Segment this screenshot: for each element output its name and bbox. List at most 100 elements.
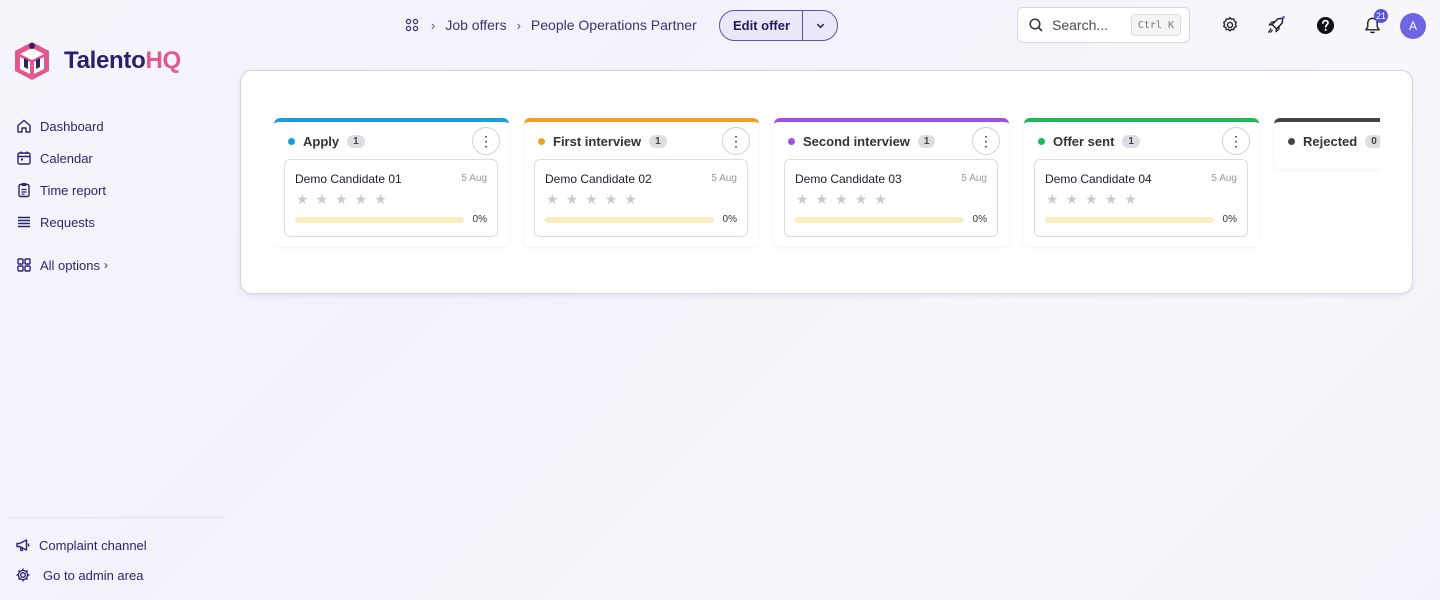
- column-title: Second interview: [803, 134, 910, 149]
- stage-dot: [288, 138, 295, 145]
- edit-offer-button[interactable]: Edit offer: [720, 11, 804, 40]
- sidebar-all-options-label: All options: [40, 257, 100, 273]
- progress-bar: [795, 217, 964, 223]
- column-count-badge: 0: [1365, 135, 1380, 148]
- apps-grid-icon[interactable]: [405, 18, 419, 32]
- star-icon: ★: [1046, 191, 1059, 207]
- help-button[interactable]: [1314, 14, 1336, 36]
- more-vertical-icon: ⋮: [729, 133, 743, 149]
- candidate-date: 5 Aug: [961, 173, 987, 184]
- pipeline-column-second-interview: Second interview 1 ⋮ Demo Candidate 03 5…: [774, 118, 1009, 247]
- sidebar-item-dashboard[interactable]: Dashboard: [16, 110, 108, 142]
- star-icon: ★: [335, 191, 348, 207]
- star-icon: ★: [815, 191, 829, 207]
- column-header: First interview 1: [538, 134, 667, 149]
- column-more-button[interactable]: ⋮: [472, 127, 500, 155]
- star-icon: ★: [604, 191, 618, 207]
- star-icon: ★: [354, 191, 368, 207]
- search-icon: [1029, 18, 1043, 32]
- sidebar-item-time-report[interactable]: Time report: [16, 174, 108, 206]
- brand-logo[interactable]: TalentoHQ: [12, 40, 181, 82]
- candidate-date: 5 Aug: [711, 173, 737, 184]
- user-avatar[interactable]: A: [1400, 13, 1426, 39]
- chevron-down-icon: [816, 23, 824, 29]
- sidebar-bottom-nav: Complaint channel Go to admin area: [15, 530, 147, 590]
- gear-icon: [1223, 16, 1237, 32]
- column-title: Offer sent: [1053, 134, 1115, 149]
- sidebar-item-label: Calendar: [40, 150, 93, 166]
- progress-label: 0%: [472, 214, 487, 225]
- breadcrumb-current-offer[interactable]: People Operations Partner: [531, 17, 697, 33]
- column-more-button[interactable]: ⋮: [972, 127, 1000, 155]
- column-title: First interview: [553, 134, 642, 149]
- candidate-name: Demo Candidate 02: [545, 172, 652, 186]
- search-placeholder: Search...: [1052, 17, 1109, 33]
- list-icon: [18, 216, 30, 228]
- brand-name: TalentoHQ: [64, 47, 181, 75]
- edit-offer-button-group: Edit offer: [719, 10, 839, 41]
- column-header: Offer sent 1: [1038, 134, 1140, 149]
- breadcrumb: › Job offers › People Operations Partner: [405, 10, 697, 40]
- candidate-card[interactable]: Demo Candidate 01 5 Aug ★ ★ ★ ★ ★ 0%: [284, 159, 498, 237]
- candidate-card[interactable]: Demo Candidate 03 5 Aug ★ ★ ★ ★ ★ 0%: [784, 159, 998, 237]
- search-input[interactable]: Search... Ctrl K: [1017, 7, 1190, 43]
- pipeline-columns: Apply 1 ⋮ Demo Candidate 01 5 Aug ★ ★ ★ ★ ★ …: [274, 118, 1380, 258]
- calendar-icon: [17, 151, 31, 165]
- star-icon: ★: [296, 191, 309, 207]
- home-icon: [17, 119, 31, 133]
- rating-stars[interactable]: ★ ★ ★ ★ ★: [1046, 191, 1144, 207]
- star-icon: ★: [1085, 191, 1098, 207]
- help-icon: [1316, 16, 1334, 34]
- sidebar-item-admin-area[interactable]: Go to admin area: [15, 560, 147, 590]
- star-icon: ★: [374, 191, 387, 207]
- sidebar-item-label: Dashboard: [40, 118, 104, 134]
- column-header: Second interview 1: [788, 134, 936, 149]
- candidate-card[interactable]: Demo Candidate 02 5 Aug ★ ★ ★ ★ ★ 0%: [534, 159, 748, 237]
- candidate-name: Demo Candidate 04: [1045, 172, 1152, 186]
- candidate-date: 5 Aug: [1211, 173, 1237, 184]
- star-icon: ★: [624, 191, 637, 207]
- column-more-button[interactable]: ⋮: [1222, 127, 1250, 155]
- column-more-button[interactable]: ⋮: [722, 127, 750, 155]
- pipeline-column-rejected: Rejected 0: [1274, 118, 1380, 169]
- progress-label: 0%: [1222, 214, 1237, 225]
- pipeline-column-apply: Apply 1 ⋮ Demo Candidate 01 5 Aug ★ ★ ★ ★ ★ …: [274, 118, 509, 247]
- star-icon: ★: [585, 191, 598, 207]
- candidate-card[interactable]: Demo Candidate 04 5 Aug ★ ★ ★ ★ ★ 0%: [1034, 159, 1248, 237]
- star-icon: ★: [835, 191, 848, 207]
- megaphone-icon: [16, 539, 30, 552]
- sidebar-item-complaint-channel[interactable]: Complaint channel: [15, 530, 147, 560]
- sidebar-item-label: Time report: [40, 182, 106, 198]
- stage-dot: [1288, 138, 1295, 145]
- star-icon: ★: [796, 191, 809, 207]
- rating-stars[interactable]: ★ ★ ★ ★ ★: [796, 191, 894, 207]
- grid-icon: [17, 258, 31, 272]
- column-header: Apply 1: [288, 134, 365, 149]
- breadcrumb-separator-icon: ›: [431, 17, 436, 33]
- sidebar-all-options[interactable]: All options ›: [16, 249, 108, 281]
- gear-icon: [16, 568, 30, 582]
- column-count-badge: 1: [1122, 135, 1140, 148]
- sidebar-item-requests[interactable]: Requests: [16, 206, 108, 238]
- sidebar-item-label: Complaint channel: [39, 537, 147, 553]
- sidebar-nav: Dashboard Calendar Time report Requests …: [16, 110, 108, 281]
- breadcrumb-job-offers[interactable]: Job offers: [445, 17, 506, 33]
- candidate-date: 5 Aug: [461, 173, 487, 184]
- rating-stars[interactable]: ★ ★ ★ ★ ★: [296, 191, 394, 207]
- notification-badge: 21: [1374, 9, 1388, 23]
- onboarding-button[interactable]: [1264, 14, 1286, 36]
- candidate-name: Demo Candidate 03: [795, 172, 902, 186]
- progress-label: 0%: [722, 214, 737, 225]
- sidebar-item-calendar[interactable]: Calendar: [16, 142, 108, 174]
- more-vertical-icon: ⋮: [1229, 133, 1243, 149]
- rocket-icon: [1267, 15, 1285, 33]
- column-title: Apply: [303, 134, 340, 149]
- column-count-badge: 1: [347, 135, 365, 148]
- rating-stars[interactable]: ★ ★ ★ ★ ★: [546, 191, 644, 207]
- star-icon: ★: [1124, 191, 1137, 207]
- star-icon: ★: [854, 191, 868, 207]
- column-header: Rejected 0: [1288, 134, 1380, 149]
- brand-name-part1: Talento: [64, 47, 146, 74]
- edit-offer-dropdown[interactable]: [803, 11, 837, 40]
- settings-button[interactable]: [1219, 14, 1241, 36]
